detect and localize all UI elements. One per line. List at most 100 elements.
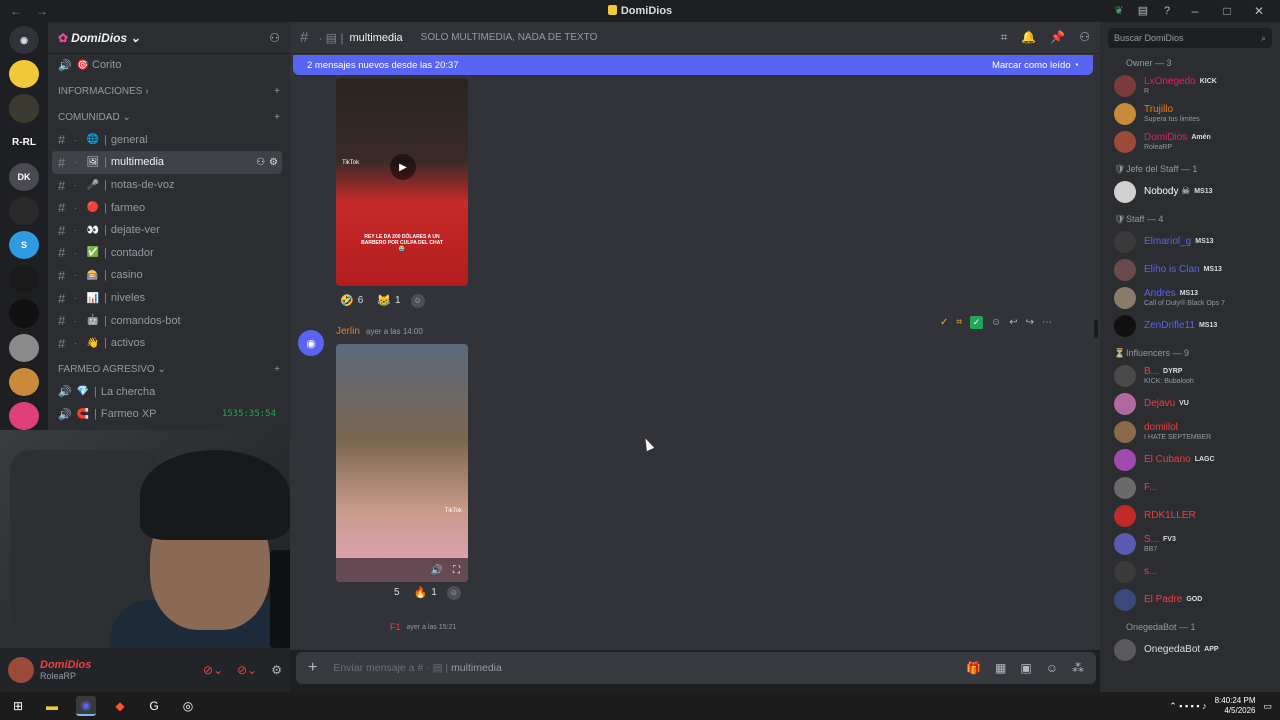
video-attachment[interactable]: TikTok ▶ REY LE DA 200 DÓLARES A UN BARB… (336, 78, 468, 286)
channel-dejate-ver[interactable]: # · 👀 | dejate-ver (48, 219, 290, 242)
app-icon[interactable]: G (144, 696, 164, 716)
message-input[interactable]: Enviar mensaje a # · ▤ | multimedia (333, 662, 502, 674)
discord-home-icon[interactable]: ◉ (9, 26, 39, 55)
search-input[interactable]: Buscar DomiDios ⌕ (1108, 28, 1272, 48)
checkmark-reaction-icon[interactable]: ✓ (970, 316, 984, 329)
forward-icon[interactable]: ↪ (1026, 317, 1034, 328)
file-explorer-icon[interactable]: ▬ (42, 696, 62, 716)
server-icon[interactable] (9, 60, 39, 89)
category-info[interactable]: INFORMACIONES › + (48, 81, 290, 103)
server-icon[interactable] (9, 196, 39, 226)
invite-icon[interactable]: ⚇ (256, 157, 265, 168)
volume-icon[interactable]: 🔊 (431, 565, 443, 576)
nitro-leaf-icon[interactable]: ❦ (1112, 4, 1126, 18)
clock[interactable]: 8:40:24 PM 4/5/2026 (1215, 696, 1256, 715)
channel-general[interactable]: # · 🌐 | general (48, 129, 290, 152)
add-channel-icon[interactable]: + (274, 364, 280, 375)
voice-channel-la-chercha[interactable]: 🔊 💎 | La chercha (48, 381, 290, 404)
member-item[interactable]: DomiDios Amén RoleaRP (1100, 128, 1280, 156)
check-reaction-icon[interactable]: ✓ (940, 317, 948, 328)
channel-comandos-bot[interactable]: # · 🤖 | comandos-bot (48, 309, 290, 332)
mic-muted-icon[interactable]: ⊘⌄ (203, 663, 223, 677)
cross-reaction-icon[interactable]: ⌗ (956, 317, 962, 328)
member-item[interactable]: El Cubano LAGC (1100, 446, 1280, 474)
server-icon[interactable]: S (9, 231, 39, 260)
channel-contador[interactable]: # · ✅ | contador (48, 242, 290, 265)
member-item[interactable]: LxOnegedo KICK R (1100, 72, 1280, 100)
author-name[interactable]: F1 (390, 622, 401, 632)
tray-icons[interactable]: ⌃ ▪ ▪ ▪ ▪ ♪ (1169, 701, 1206, 712)
member-item[interactable]: El Padre GOD (1100, 586, 1280, 614)
add-reaction-icon[interactable]: ☺ (991, 317, 1001, 328)
minimize-button[interactable]: – (1184, 4, 1206, 18)
fullscreen-icon[interactable]: ⛶ (453, 565, 460, 576)
video-attachment[interactable]: TikTok 🔊 ⛶ (336, 344, 468, 582)
server-icon[interactable]: R-RL (9, 129, 39, 157)
help-icon[interactable]: ? (1160, 4, 1174, 18)
server-icon[interactable] (9, 333, 39, 362)
member-item[interactable]: S... FV3 BB7 (1100, 530, 1280, 558)
attach-plus-icon[interactable]: + (308, 659, 317, 677)
emoji-icon[interactable]: ☺ (1046, 661, 1058, 675)
channel-multimedia[interactable]: # · 🖼 | multimedia ⚇ ⚙ (52, 151, 282, 174)
gif-icon[interactable]: ▦ (995, 661, 1006, 675)
member-item[interactable]: RDK1LLER (1100, 502, 1280, 530)
member-item[interactable]: B... DYRP KICK: Bubalooh (1100, 362, 1280, 390)
reaction[interactable]: 🤣 6 (336, 292, 367, 309)
mark-read-button[interactable]: Marcar como leído ◔ (992, 60, 1079, 71)
channel-activos[interactable]: # · 👋 | activos (48, 332, 290, 355)
server-header[interactable]: ✿ DomiDios ⌄ ⚇ (48, 22, 290, 54)
reaction[interactable]: 😹 1 (373, 292, 404, 309)
server-icon[interactable] (9, 265, 39, 294)
add-reaction-icon[interactable]: ☺ (446, 585, 461, 600)
author-name[interactable]: Jerlin (336, 326, 360, 337)
scrollbar[interactable] (1094, 320, 1098, 338)
member-item[interactable]: OnegedaBot APP (1100, 636, 1280, 664)
server-icon[interactable] (9, 299, 39, 328)
discord-taskbar-icon[interactable]: ◉ (76, 696, 96, 716)
add-channel-icon[interactable]: + (274, 112, 280, 123)
gift-icon[interactable]: 🎁 (966, 661, 981, 675)
channel-notas-de-voz[interactable]: # · 🎤 | notas-de-voz (48, 174, 290, 197)
member-item[interactable]: Eliho is Clan MS13 (1100, 256, 1280, 284)
server-icon[interactable] (9, 401, 39, 431)
reply-icon[interactable]: ↩ (1009, 317, 1017, 328)
user-settings-icon[interactable]: ⚙ (271, 663, 282, 677)
avatar[interactable] (8, 657, 34, 683)
category-comunidad[interactable]: COMUNIDAD ⌄ + (48, 107, 290, 129)
member-item[interactable]: ZenDrifle11 MS13 (1100, 312, 1280, 340)
voice-channel-farmeo-xp[interactable]: 🔊 🧲 | Farmeo XP 1535:35:54 (48, 403, 290, 426)
server-icon[interactable] (9, 94, 39, 123)
threads-icon[interactable]: ⌗ (1001, 30, 1008, 45)
voice-channel-corito[interactable]: 🔊 🎯 Corito (48, 54, 290, 77)
server-icon[interactable] (9, 367, 39, 396)
member-item[interactable]: Dejavu VU (1100, 390, 1280, 418)
channel-casino[interactable]: # · 🎰 | casino (48, 264, 290, 287)
member-list-icon[interactable]: ⚇ (1079, 30, 1090, 45)
obs-icon[interactable]: ◎ (178, 696, 198, 716)
message-composer[interactable]: + Enviar mensaje a # · ▤ | multimedia 🎁 … (296, 652, 1096, 684)
category-farmeo[interactable]: FARMEO AGRESIVO ⌄ + (48, 359, 290, 381)
windows-start-icon[interactable]: ⊞ (8, 696, 28, 716)
apps-icon[interactable]: ⁂ (1072, 661, 1084, 675)
new-messages-banner[interactable]: 2 mensajes nuevos desde las 20:37 Marcar… (293, 55, 1093, 75)
brave-browser-icon[interactable]: ◆ (110, 696, 130, 716)
member-item[interactable]: Andres MS13 Call of Duty® Black Ops 7 (1100, 284, 1280, 312)
member-item[interactable]: Nobody ☠ MS13 (1100, 178, 1280, 206)
member-item[interactable]: domiilol I HATE SEPTEMBER (1100, 418, 1280, 446)
more-icon[interactable]: ⋯ (1042, 317, 1052, 328)
settings-gear-icon[interactable]: ⚙ (269, 157, 278, 168)
member-item[interactable]: Trujillo Supera tus limites (1100, 100, 1280, 128)
inbox-icon[interactable]: ▤ (1136, 4, 1150, 18)
server-icon[interactable]: DK (9, 162, 39, 191)
member-item[interactable]: F... (1100, 474, 1280, 502)
add-channel-icon[interactable]: + (274, 86, 280, 97)
channel-niveles[interactable]: # · 📊 | niveles (48, 287, 290, 310)
headphones-muted-icon[interactable]: ⊘⌄ (237, 663, 257, 677)
member-item[interactable]: s... (1100, 558, 1280, 586)
sticker-icon[interactable]: ▣ (1020, 661, 1031, 675)
member-item[interactable]: Elmariol_g MS13 (1100, 228, 1280, 256)
channel-farmeo[interactable]: # · 🔴 | farmeo (48, 196, 290, 219)
pin-icon[interactable]: 📌 (1050, 30, 1065, 45)
add-reaction-icon[interactable]: ☺ (410, 293, 425, 308)
